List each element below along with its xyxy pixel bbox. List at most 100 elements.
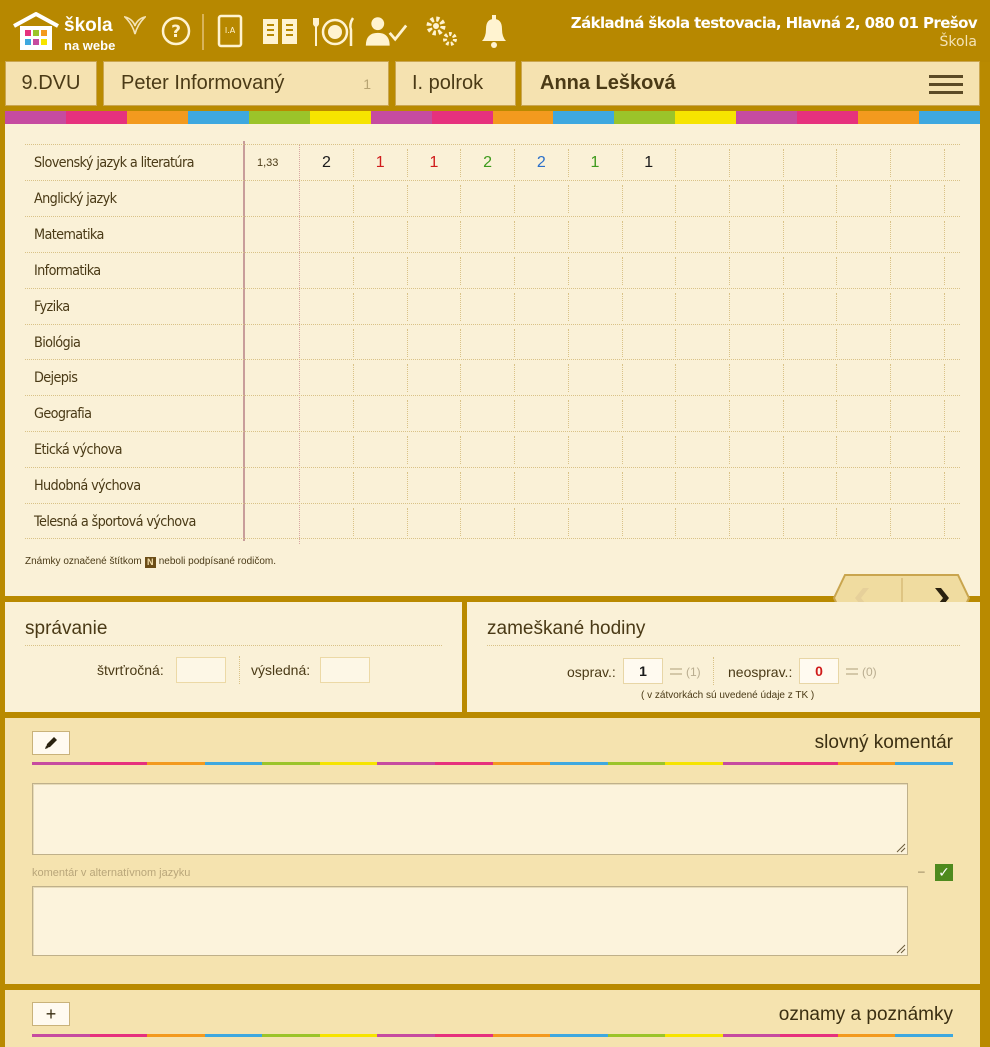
subject-row[interactable]: Fyzika [25, 287, 960, 324]
mark-cell[interactable]: 2 [461, 149, 516, 177]
help-icon[interactable]: ? [154, 12, 198, 50]
mark-cell[interactable] [461, 184, 516, 213]
excused-hours-field[interactable]: 1 [623, 658, 663, 684]
subject-row[interactable]: Slovenský jazyk a literatúra 1,33 2 1 1 2 2 1 1 [25, 144, 960, 180]
mark-cell[interactable] [461, 292, 516, 321]
logo[interactable]: škola na webe [12, 10, 147, 56]
mark-cell[interactable] [300, 184, 354, 213]
subject-row[interactable]: Dejepis [25, 359, 960, 395]
mark-cell[interactable] [407, 292, 462, 321]
subject-row[interactable]: Informatika [25, 251, 960, 288]
mark-cell[interactable] [622, 436, 677, 465]
mark-cell[interactable] [676, 364, 730, 393]
mark-cell[interactable] [730, 149, 784, 177]
mark-cell[interactable] [622, 292, 677, 321]
mark-cell[interactable] [783, 508, 838, 536]
mark-cell[interactable] [891, 436, 945, 465]
mark-cell[interactable] [730, 184, 784, 213]
mark-cell[interactable] [622, 400, 677, 429]
mark-cell[interactable] [515, 328, 569, 357]
mark-cell[interactable] [461, 472, 516, 501]
mark-cell[interactable] [354, 184, 408, 213]
mark-cell[interactable]: 2 [515, 149, 569, 177]
quarterly-behavior-input[interactable] [176, 657, 226, 683]
class-book-icon[interactable]: I.A [208, 12, 252, 50]
mark-cell[interactable] [891, 149, 945, 177]
alt-language-checkbox[interactable]: ✓ [935, 864, 953, 881]
mark-cell[interactable] [730, 400, 784, 429]
subject-row[interactable]: Anglický jazyk [25, 179, 960, 216]
mark-cell[interactable] [730, 220, 784, 249]
mark-cell[interactable] [730, 508, 784, 536]
mark-cell[interactable] [622, 472, 677, 501]
mark-cell[interactable] [676, 508, 730, 536]
mark-cell[interactable] [461, 364, 516, 393]
mark-cell[interactable] [300, 508, 354, 536]
mark-cell[interactable] [783, 184, 838, 213]
mark-cell[interactable] [676, 256, 730, 285]
resize-grip-icon[interactable] [895, 842, 906, 853]
mark-cell[interactable] [515, 256, 569, 285]
mark-cell[interactable] [407, 220, 462, 249]
bell-icon[interactable] [472, 12, 516, 50]
mark-cell[interactable] [461, 220, 516, 249]
hamburger-menu-icon[interactable] [929, 75, 963, 94]
subject-row[interactable]: Geografia [25, 395, 960, 431]
mark-cell[interactable] [300, 292, 354, 321]
mark-cell[interactable] [676, 184, 730, 213]
mark-cell[interactable] [622, 220, 677, 249]
mark-cell[interactable] [730, 364, 784, 393]
mark-cell[interactable] [407, 472, 462, 501]
mark-cell[interactable] [407, 436, 462, 465]
mark-cell[interactable] [783, 436, 838, 465]
mark-cell[interactable] [461, 436, 516, 465]
mark-cell[interactable] [837, 364, 891, 393]
mark-cell[interactable] [837, 184, 891, 213]
mark-cell[interactable] [569, 292, 623, 321]
mark-cell[interactable]: 1 [622, 149, 677, 177]
mark-cell[interactable] [676, 436, 730, 465]
mark-cell[interactable] [783, 400, 838, 429]
mark-cell[interactable] [891, 292, 945, 321]
mark-cell[interactable] [837, 472, 891, 501]
mark-cell[interactable] [622, 364, 677, 393]
mark-cell[interactable] [783, 149, 838, 177]
alt-comment-textarea[interactable] [32, 886, 908, 956]
mark-cell[interactable] [515, 472, 569, 501]
mark-cell[interactable] [354, 256, 408, 285]
mark-cell[interactable] [837, 400, 891, 429]
open-book-icon[interactable] [258, 12, 302, 50]
subject-row[interactable]: Matematika [25, 215, 960, 252]
mark-cell[interactable] [891, 364, 945, 393]
mark-cell[interactable]: 2 [300, 149, 354, 177]
mark-cell[interactable] [515, 184, 569, 213]
mark-cell[interactable] [354, 508, 408, 536]
mark-cell[interactable] [837, 149, 891, 177]
mark-cell[interactable] [300, 400, 354, 429]
mark-cell[interactable] [837, 508, 891, 536]
mark-cell[interactable] [354, 436, 408, 465]
subject-row[interactable]: Hudobná výchova [25, 467, 960, 503]
mark-cell[interactable] [515, 292, 569, 321]
mark-cell[interactable] [837, 220, 891, 249]
mark-cell[interactable] [300, 436, 354, 465]
mark-cell[interactable] [676, 400, 730, 429]
mark-cell[interactable] [676, 328, 730, 357]
mark-cell[interactable] [407, 328, 462, 357]
mark-cell[interactable] [461, 400, 516, 429]
mark-cell[interactable] [730, 256, 784, 285]
mark-cell[interactable] [354, 364, 408, 393]
subject-row[interactable]: Telesná a športová výchova [25, 503, 960, 539]
mark-cell[interactable] [407, 508, 462, 536]
mark-cell[interactable] [676, 292, 730, 321]
mark-cell[interactable] [891, 184, 945, 213]
mark-cell[interactable] [569, 400, 623, 429]
mark-cell[interactable] [891, 256, 945, 285]
mark-cell[interactable] [569, 184, 623, 213]
mark-cell[interactable] [569, 220, 623, 249]
add-note-button[interactable]: + [32, 1002, 70, 1026]
mark-cell[interactable] [569, 436, 623, 465]
mark-cell[interactable] [837, 328, 891, 357]
mark-cell[interactable] [783, 256, 838, 285]
mark-cell[interactable] [676, 472, 730, 501]
